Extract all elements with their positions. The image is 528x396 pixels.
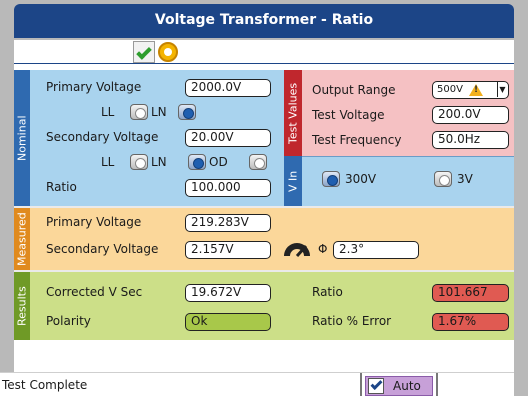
status-bar: Test Complete Auto xyxy=(0,372,514,396)
primary-ll-radio[interactable] xyxy=(130,104,148,120)
nominal-primary-voltage-field[interactable]: 2000.0V xyxy=(185,79,271,97)
status-divider xyxy=(436,373,438,396)
window-title: Voltage Transformer - Ratio xyxy=(14,4,514,38)
v-in-300v-label: 300V xyxy=(345,172,377,186)
status-message: Test Complete xyxy=(2,378,88,392)
checkmark-icon xyxy=(370,377,383,391)
v-in-tab: V In xyxy=(284,156,302,206)
measured-secondary-voltage-label: Secondary Voltage xyxy=(46,242,159,256)
chevron-down-icon[interactable]: ▼ xyxy=(497,82,507,97)
primary-ln-label: LN xyxy=(151,105,167,119)
measured-secondary-voltage-field: 2.157V xyxy=(185,241,271,259)
window-frame-right xyxy=(514,38,528,396)
test-voltage-field[interactable]: 200.0V xyxy=(432,106,509,124)
v-in-3v-radio[interactable] xyxy=(434,171,452,187)
corrected-v-sec-label: Corrected V Sec xyxy=(46,285,143,299)
secondary-ll-label: LL xyxy=(101,155,115,169)
measured-primary-voltage-label: Primary Voltage xyxy=(46,215,142,229)
title-bar: Voltage Transformer - Ratio xyxy=(0,0,528,40)
secondary-ln-label: LN xyxy=(151,155,167,169)
phase-symbol: Φ xyxy=(318,242,328,256)
primary-ll-label: LL xyxy=(101,105,115,119)
accept-button[interactable] xyxy=(133,41,155,63)
primary-ln-radio[interactable] xyxy=(178,104,196,120)
test-frequency-label: Test Frequency xyxy=(312,133,402,147)
test-frequency-field[interactable]: 50.0Hz xyxy=(432,131,509,149)
phase-angle-field: 2.3° xyxy=(333,241,419,259)
phase-gauge-icon xyxy=(284,243,310,258)
help-icon xyxy=(158,42,178,62)
corrected-v-sec-field: 19.672V xyxy=(185,284,271,302)
nominal-tab: Nominal xyxy=(14,70,30,206)
nominal-primary-voltage-label: Primary Voltage xyxy=(46,80,142,94)
test-values-tab: Test Values xyxy=(284,70,302,156)
measured-primary-voltage-field: 219.283V xyxy=(185,214,271,232)
nominal-secondary-voltage-field[interactable]: 20.00V xyxy=(185,129,271,147)
auto-label: Auto xyxy=(393,379,421,393)
v-in-3v-label: 3V xyxy=(457,172,473,186)
result-ratio-label: Ratio xyxy=(312,285,343,299)
ratio-error-label: Ratio % Error xyxy=(312,314,392,328)
secondary-ll-radio[interactable] xyxy=(130,154,148,170)
secondary-ln-radio[interactable] xyxy=(188,154,206,170)
results-tab: Results xyxy=(14,272,30,340)
secondary-od-label: OD xyxy=(209,155,228,169)
polarity-field: Ok xyxy=(185,313,271,331)
result-ratio-field: 101.667 xyxy=(432,284,509,302)
nominal-ratio-label: Ratio xyxy=(46,180,77,194)
output-range-label: Output Range xyxy=(312,83,396,97)
auto-toggle[interactable]: Auto xyxy=(365,376,433,396)
checkmark-icon xyxy=(136,44,152,60)
test-voltage-label: Test Voltage xyxy=(312,108,385,122)
output-range-value: 500V xyxy=(437,84,463,95)
nominal-ratio-field[interactable]: 100.000 xyxy=(185,179,271,197)
auto-checkbox[interactable] xyxy=(368,377,384,394)
help-button[interactable] xyxy=(157,41,179,63)
warning-icon xyxy=(469,84,483,96)
measured-tab: Measured xyxy=(14,208,30,270)
nominal-secondary-voltage-label: Secondary Voltage xyxy=(46,130,159,144)
polarity-label: Polarity xyxy=(46,314,91,328)
status-divider xyxy=(360,373,362,396)
toolbar xyxy=(14,40,514,64)
secondary-od-radio[interactable] xyxy=(249,154,267,170)
ratio-error-field: 1.67% xyxy=(432,313,509,331)
window-frame-left xyxy=(0,38,14,396)
v-in-panel xyxy=(284,156,514,206)
v-in-300v-radio[interactable] xyxy=(322,171,340,187)
